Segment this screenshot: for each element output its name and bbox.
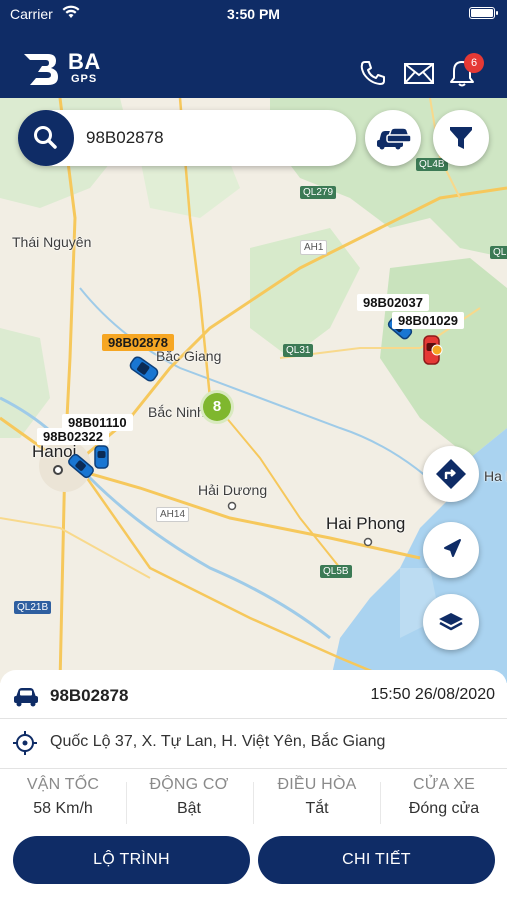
place-bac-ninh: Bắc Ninh <box>148 404 205 420</box>
car-list-icon <box>377 127 412 150</box>
vehicle-info-panel: 98B02878 15:50 26/08/2020 Quốc Lộ 37, X.… <box>0 670 507 900</box>
vehicle-cluster-marker[interactable]: 8 <box>200 390 234 424</box>
directions-button[interactable] <box>423 446 479 502</box>
vehicle-plate: 98B02878 <box>50 686 129 705</box>
stat-value: 58 Km/h <box>33 800 93 817</box>
vehicle-stats: VẬN TỐC 58 Km/h ĐỘNG CƠ Bật ĐIỀU HÒA Tắt… <box>0 776 507 826</box>
phone-icon[interactable] <box>358 58 388 88</box>
ba-gps-logo: BA GPS <box>22 48 112 88</box>
stat-label: CỬA XE <box>413 776 475 793</box>
address-row: Quốc Lộ 37, X. Tự Lan, H. Việt Yên, Bắc … <box>12 730 495 756</box>
search-button[interactable] <box>18 110 74 166</box>
place-ha-long: Ha Lo <box>484 468 507 484</box>
road-shield: AH1 <box>300 240 328 255</box>
place-thai-nguyen: Thái Nguyên <box>12 234 92 250</box>
mail-icon[interactable] <box>403 58 434 88</box>
layers-button[interactable] <box>423 594 479 650</box>
vehicle-label[interactable]: 98B02037 <box>357 294 429 311</box>
road-shield: QL5B <box>320 565 352 578</box>
notification-badge[interactable]: 6 <box>464 53 484 73</box>
logo-text: BA <box>68 49 101 74</box>
stat-door: CỬA XE Đóng cửa <box>381 776 507 826</box>
locate-icon <box>444 539 461 557</box>
app-header: Carrier 3:50 PM BA GPS 6 <box>0 0 507 98</box>
divider <box>0 718 507 719</box>
stat-label: VẬN TỐC <box>26 776 100 793</box>
filter-button[interactable] <box>433 110 489 166</box>
vehicle-header-row: 98B02878 15:50 26/08/2020 <box>12 684 495 708</box>
stopped-vehicle-car-icon[interactable] <box>420 332 444 373</box>
vehicle-car-icon[interactable] <box>62 450 100 487</box>
crosshair-icon <box>13 731 37 755</box>
logo-subtext: GPS <box>71 73 98 85</box>
selected-vehicle-car-icon[interactable] <box>122 352 166 391</box>
stat-value: Tắt <box>305 800 329 817</box>
stat-air-conditioning: ĐIỀU HÒA Tắt <box>254 776 380 826</box>
app-screen: Carrier 3:50 PM BA GPS 6 Thái Nguyên Bắc… <box>0 0 507 900</box>
stat-speed: VẬN TỐC 58 Km/h <box>0 776 126 826</box>
stat-value: Đóng cửa <box>408 800 480 817</box>
vehicle-label-selected[interactable]: 98B02878 <box>102 334 174 351</box>
road-shield: QL21B <box>14 601 52 614</box>
road-shield: QL31 <box>283 344 314 357</box>
logo-mark-icon <box>24 54 58 85</box>
vehicle-label[interactable]: 98B02322 <box>37 428 109 445</box>
detail-button[interactable]: CHI TIẾT <box>258 836 495 884</box>
divider <box>0 768 507 769</box>
search-icon <box>34 126 57 149</box>
locate-button[interactable] <box>423 522 479 578</box>
directions-icon <box>436 459 466 489</box>
route-button[interactable]: LỘ TRÌNH <box>13 836 250 884</box>
filter-icon <box>450 127 472 149</box>
place-hai-phong: Hai Phong <box>326 514 406 533</box>
stat-label: ĐỘNG CƠ <box>149 776 229 793</box>
car-icon <box>14 688 38 707</box>
map-view[interactable]: Thái Nguyên Bắc Giang Bắc Ninh Hanoi Hải… <box>0 98 507 683</box>
stat-value: Bật <box>176 800 201 817</box>
vehicle-timestamp: 15:50 26/08/2020 <box>370 686 495 703</box>
stat-label: ĐIỀU HÒA <box>277 776 357 793</box>
place-hai-duong: Hải Dương <box>198 482 268 498</box>
vehicle-address: Quốc Lộ 37, X. Tự Lan, H. Việt Yên, Bắc … <box>50 733 386 750</box>
layers-icon <box>439 613 463 631</box>
road-shield: AH14 <box>156 507 190 522</box>
clock: 3:50 PM <box>227 6 280 22</box>
search-input[interactable]: 98B02878 <box>86 128 164 148</box>
search-box[interactable]: 98B02878 <box>18 110 356 166</box>
vehicle-label[interactable]: 98B01029 <box>392 312 464 329</box>
car-list-button[interactable] <box>365 110 421 166</box>
battery-icon <box>469 7 498 19</box>
road-shield: QL279 <box>300 186 337 199</box>
road-shield: QL18 <box>490 246 507 259</box>
stat-engine: ĐỘNG CƠ Bật <box>126 776 252 826</box>
status-bar: Carrier 3:50 PM <box>0 0 507 28</box>
